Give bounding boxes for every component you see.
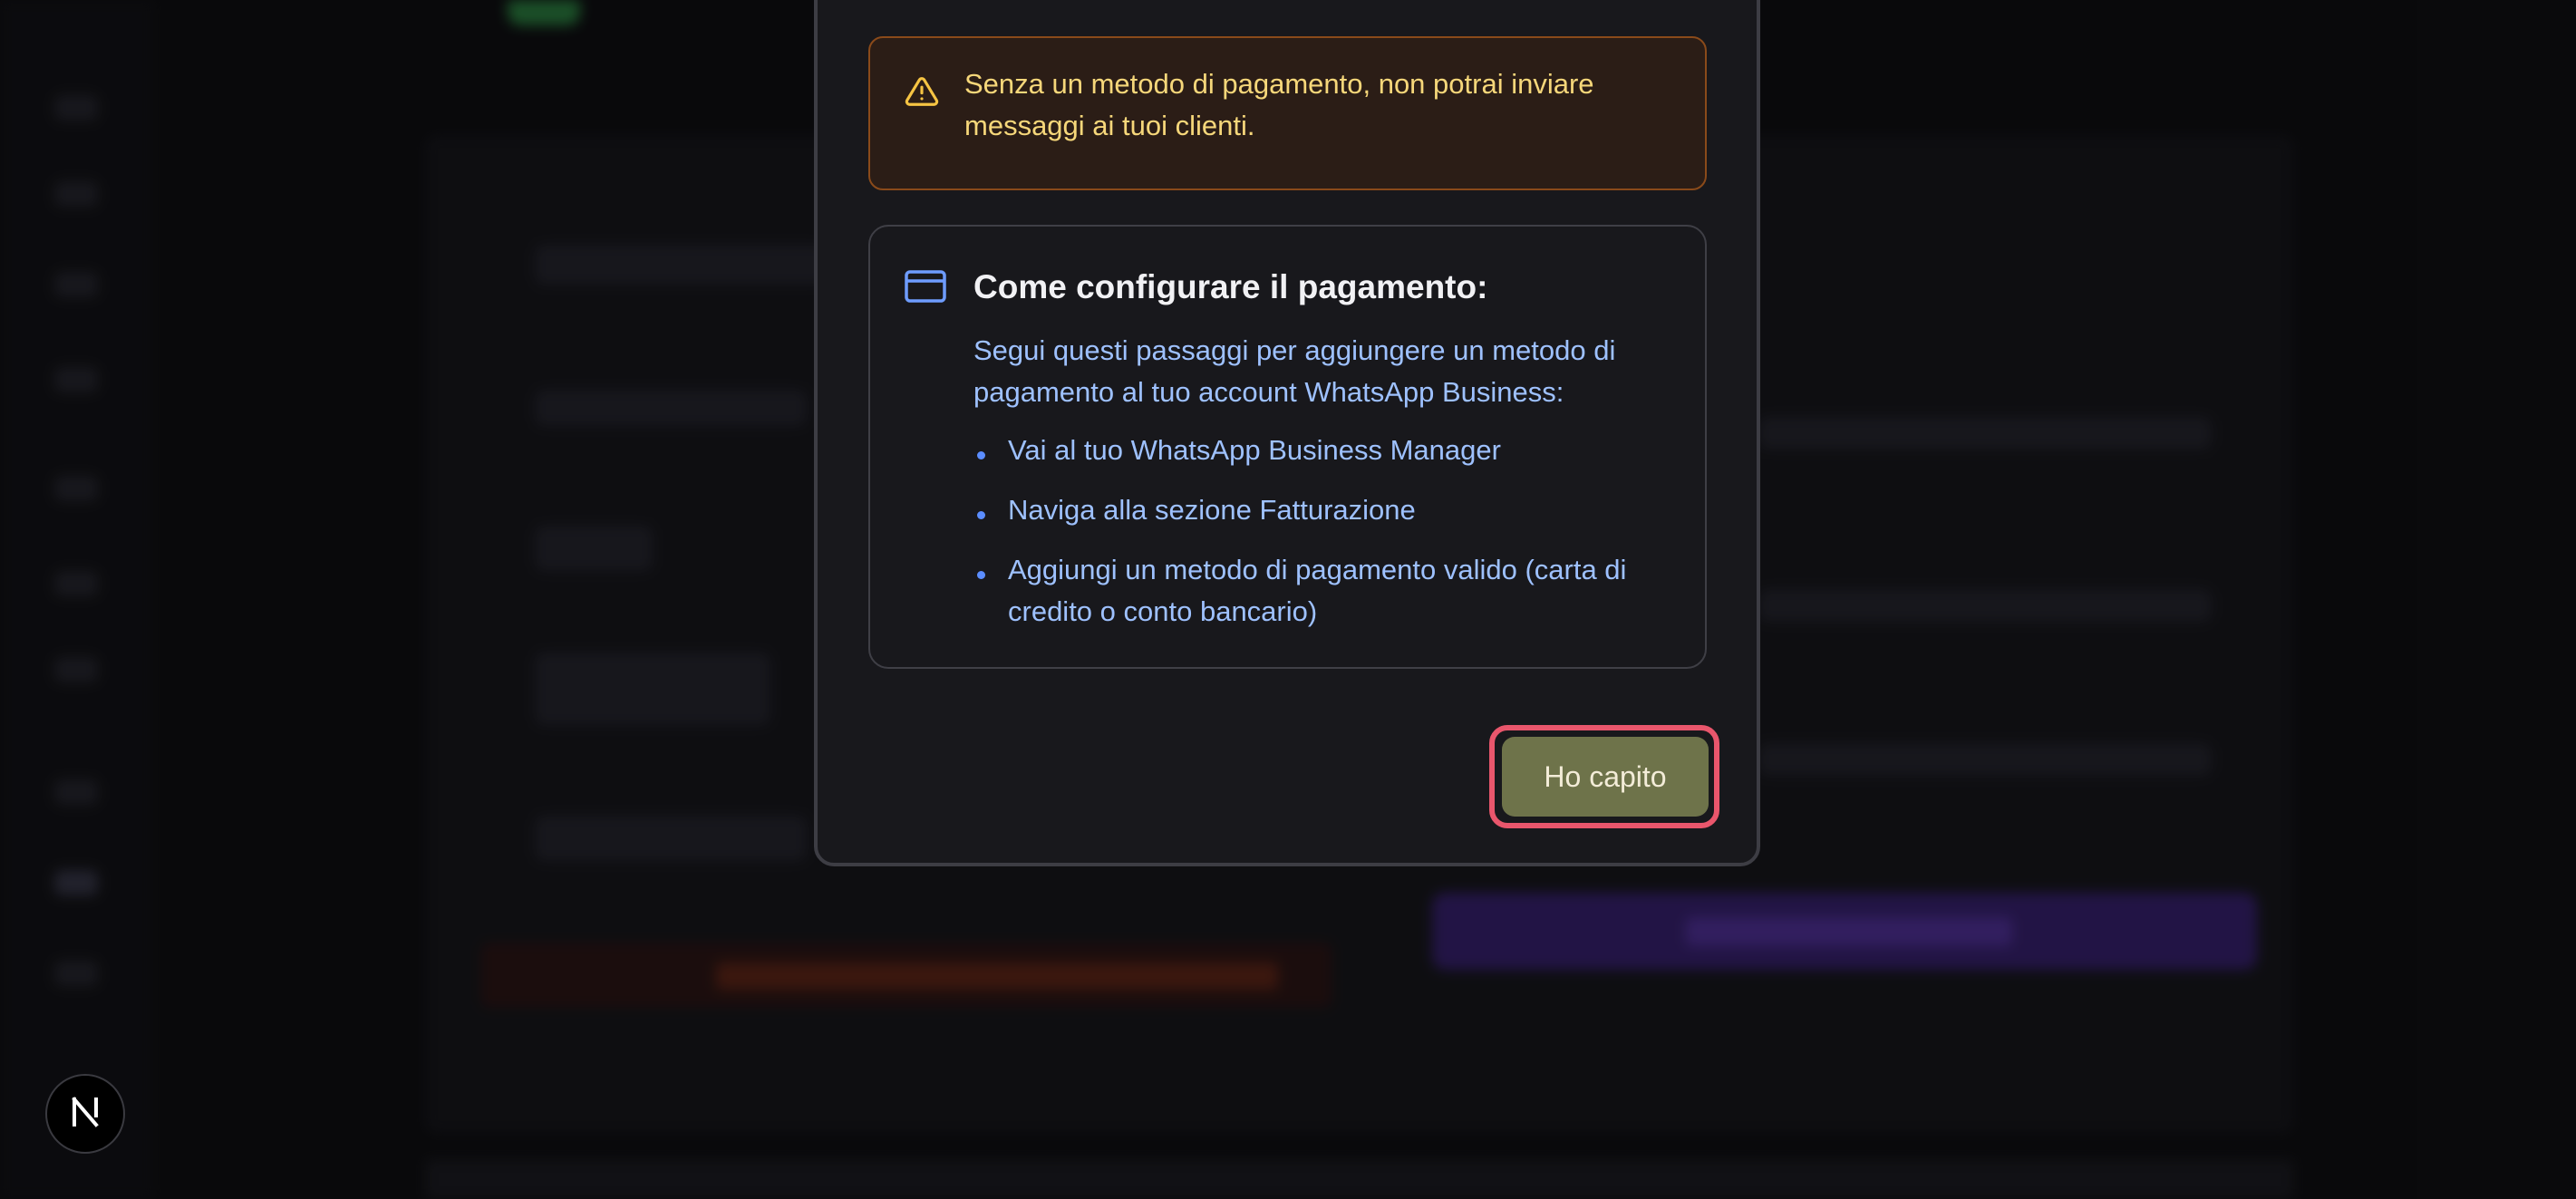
bullet-icon	[977, 511, 985, 519]
bullet-icon	[977, 451, 985, 459]
payment-warning-alert: Senza un metodo di pagamento, non potrai…	[868, 36, 1707, 190]
instructions-steps-list: Vai al tuo WhatsApp Business Manager Nav…	[973, 430, 1699, 651]
step-text: Aggiungi un metodo di pagamento valido (…	[1008, 554, 1627, 627]
instructions-title: Come configurare il pagamento:	[973, 268, 1488, 305]
warning-triangle-icon	[905, 74, 939, 109]
credit-card-icon	[905, 270, 946, 303]
nextjs-logo-icon	[67, 1094, 103, 1135]
step-text: Vai al tuo WhatsApp Business Manager	[1008, 434, 1501, 466]
list-item: Naviga alla sezione Fatturazione	[973, 489, 1699, 531]
step-text: Naviga alla sezione Fatturazione	[1008, 494, 1416, 526]
screen: Senza un metodo di pagamento, non potrai…	[0, 0, 2576, 1199]
instructions-description: Segui questi passaggi per aggiungere un …	[973, 334, 1616, 408]
nextjs-dev-badge[interactable]	[45, 1074, 125, 1154]
list-item: Aggiungi un metodo di pagamento valido (…	[973, 549, 1699, 633]
payment-setup-instructions: Come configurare il pagamento: Segui que…	[868, 225, 1707, 669]
list-item: Vai al tuo WhatsApp Business Manager	[973, 430, 1699, 471]
warning-message: Senza un metodo di pagamento, non potrai…	[964, 68, 1594, 141]
confirm-button[interactable]: Ho capito	[1502, 737, 1709, 817]
bullet-icon	[977, 571, 985, 579]
